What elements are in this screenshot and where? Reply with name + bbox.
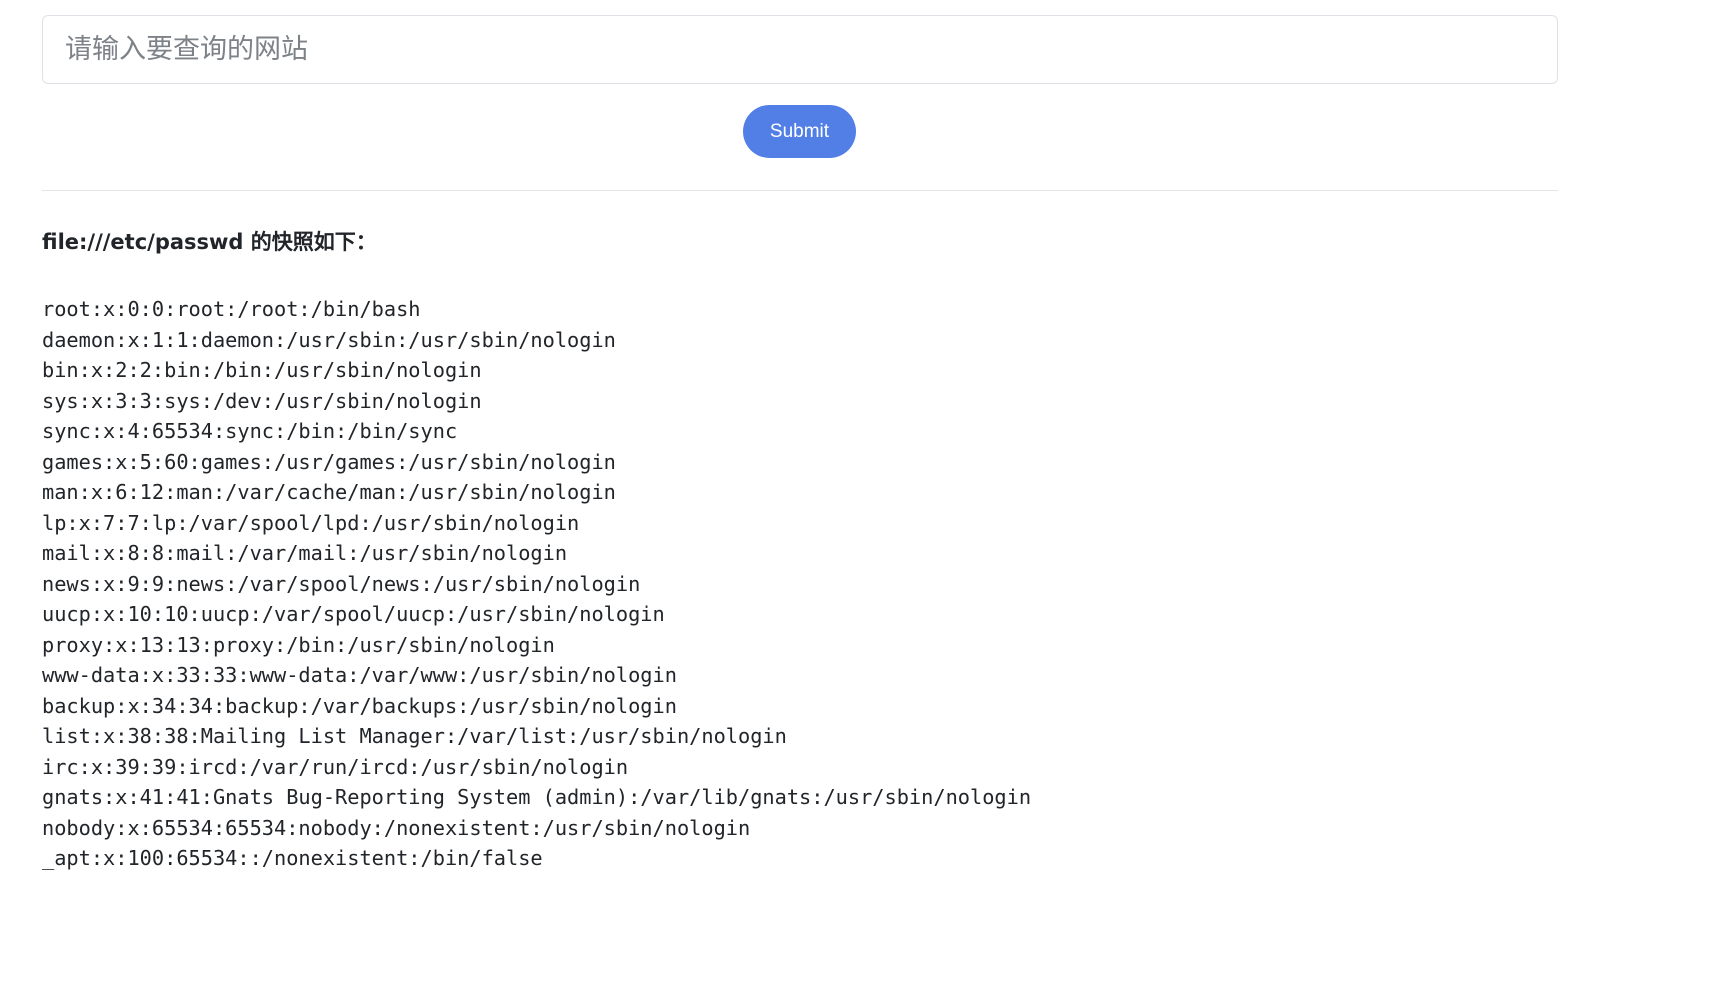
file-line: www-data:x:33:33:www-data:/var/www:/usr/… [42,663,677,687]
file-line: gnats:x:41:41:Gnats Bug-Reporting System… [42,785,1032,809]
file-content: root:x:0:0:root:/root:/bin/bash daemon:x:… [42,294,1031,874]
file-line: nobody:x:65534:65534:nobody:/nonexistent… [42,815,751,840]
search-input[interactable] [42,15,1558,84]
file-line: proxy:x:13:13:proxy:/bin:/usr/sbin/nolog… [42,632,555,657]
file-line: irc:x:39:39:ircd:/var/run/ircd:/usr/sbin… [42,754,629,779]
file-line: backup:x:34:34:backup:/var/backups:/usr/… [42,693,677,718]
submit-button[interactable]: Submit [743,105,856,158]
file-line: uucp:x:10:10:uucp:/var/spool/uucp:/usr/s… [42,602,665,626]
file-line: games:x:5:60:games:/usr/games:/usr/sbin/… [42,449,616,474]
file-line: list:x:38:38:Mailing List Manager:/var/l… [42,724,787,748]
file-line: _apt:x:100:65534::/nonexistent:/bin/fals… [42,846,543,870]
file-line: sync:x:4:65534:sync:/bin:/bin/sync [42,419,458,443]
file-line: news:x:9:9:news:/var/spool/news:/usr/sbi… [42,571,641,596]
file-line: bin:x:2:2:bin:/bin:/usr/sbin/nologin [42,358,482,382]
file-line: sys:x:3:3:sys:/dev:/usr/sbin/nologin [42,388,482,413]
file-line: daemon:x:1:1:daemon:/usr/sbin:/usr/sbin/… [42,327,616,352]
file-line: mail:x:8:8:mail:/var/mail:/usr/sbin/nolo… [42,541,568,565]
file-line: man:x:6:12:man:/var/cache/man:/usr/sbin/… [42,480,616,504]
file-line: root:x:0:0:root:/root:/bin/bash [42,297,421,321]
result-title: file:///etc/passwd 的快照如下： [42,230,377,254]
file-line: lp:x:7:7:lp:/var/spool/lpd:/usr/sbin/nol… [42,510,580,535]
divider [42,190,1558,191]
